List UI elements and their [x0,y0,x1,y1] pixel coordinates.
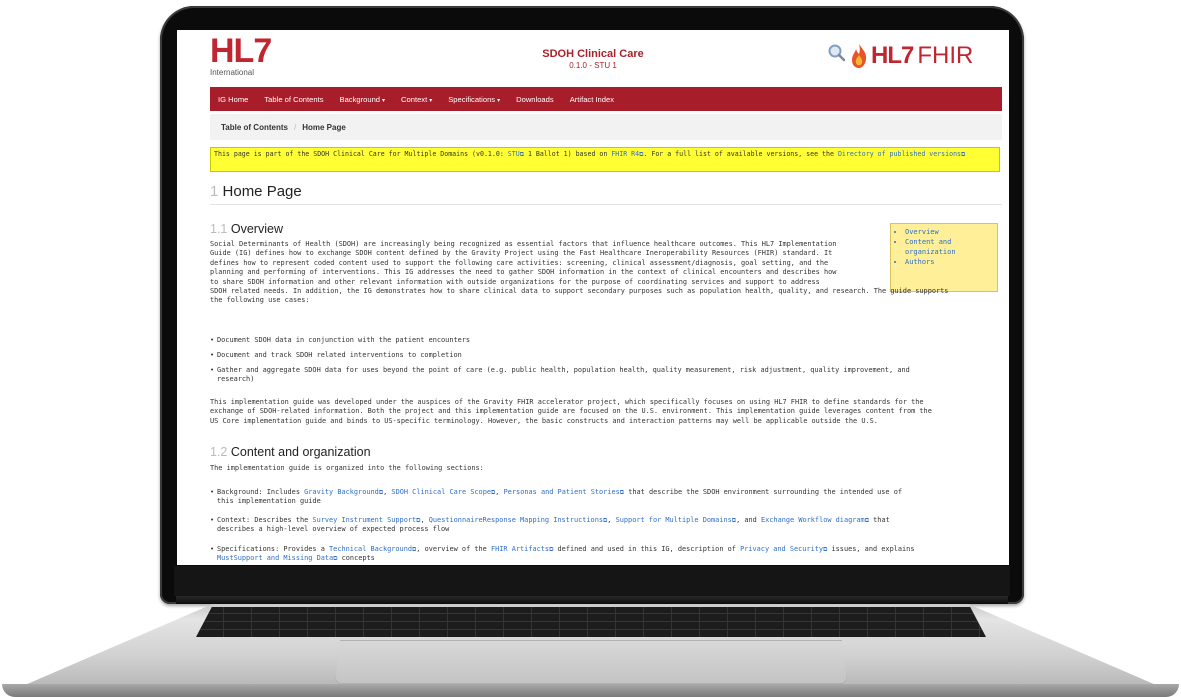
caret-down-icon: ▾ [382,97,386,104]
personas-link[interactable]: Personas and Patient Stories [504,488,620,496]
nav-artifact-index[interactable]: Artifact Index [562,95,622,104]
nav-ig-home[interactable]: IG Home [210,95,256,104]
laptop-base-front [2,684,1179,697]
nav-table-of-contents[interactable]: Table of Contents [256,95,331,104]
content-intro: The implementation guide is organized in… [210,464,484,472]
overview-paragraph-1: Social Determinants of Health (SDOH) are… [210,240,949,305]
page-header: HL7 International SDOH Clinical Care 0.1… [177,30,1009,84]
nav-background[interactable]: Background ▾ [332,95,394,104]
trackpad [335,640,847,684]
nav-specifications[interactable]: Specifications ▾ [440,95,508,104]
scope-link[interactable]: SDOH Clinical Care Scope [391,488,491,496]
list-item: • Background: Includes Gravity Backgroun… [210,488,903,506]
external-link-icon: ⧉ [491,489,496,496]
section-heading-overview: 1.1 Overview [210,222,283,236]
privacy-security-link[interactable]: Privacy and Security [740,545,823,553]
stu-link[interactable]: STU [508,150,520,158]
toc-link-overview[interactable]: Overview [905,227,993,237]
gravity-background-link[interactable]: Gravity Background [304,488,379,496]
page-title: 1 Home Page [210,183,1002,205]
list-item: • Gather and aggregate SDOH data for uses… [210,366,910,384]
breadcrumb: Table of Contents / Home Page [210,114,1002,140]
external-link-icon: ⧉ [416,517,421,524]
qr-mapping-link[interactable]: QuestionnaireResponse Mapping Instructio… [429,516,603,524]
list-item: • Document SDOH data in conjunction with … [210,336,471,344]
fhir-r4-link[interactable]: FHIR R4 [611,150,639,158]
laptop-hinge [176,596,1008,604]
workflow-diagram-link[interactable]: Exchange Workflow diagram [761,516,865,524]
list-item: • Document and track SDOH related interve… [210,351,462,359]
multiple-domains-link[interactable]: Support for Multiple Domains [616,516,732,524]
laptop-bezel [174,566,1010,596]
nav-context[interactable]: Context ▾ [393,95,440,104]
nav-downloads[interactable]: Downloads [508,95,562,104]
fhir-artifacts-link[interactable]: FHIR Artifacts [491,545,549,553]
caret-down-icon: ▾ [429,97,433,104]
version-notice: This page is part of the SDOH Clinical C… [210,147,1000,172]
breadcrumb-separator: / [293,122,297,132]
external-link-icon: ⧉ [603,517,608,524]
section-heading-content: 1.2 Content and organization [210,445,371,459]
keyboard [196,607,986,637]
external-link-icon: ⧉ [378,489,384,496]
caret-down-icon: ▾ [497,97,501,104]
breadcrumb-home-page: Home Page [302,122,346,132]
list-item: • Specifications: Provides a Technical B… [210,545,915,563]
overview-paragraph-2: This implementation guide was developed … [210,398,932,425]
browser-screen: HL7 International SDOH Clinical Care 0.1… [177,30,1009,565]
external-link-icon: ⧉ [961,151,966,158]
main-navbar: IG Home Table of Contents Background ▾ Co… [210,87,1002,111]
breadcrumb-table-of-contents[interactable]: Table of Contents [221,123,288,132]
directory-of-versions-link[interactable]: Directory of published versions [838,150,961,158]
mustsupport-link[interactable]: MustSupport and Missing Data [217,554,333,562]
flame-icon [852,44,867,68]
survey-instrument-link[interactable]: Survey Instrument Support [312,516,416,524]
search-icon[interactable] [827,43,847,63]
list-item: • Context: Describes the Survey Instrume… [210,516,890,534]
technical-background-link[interactable]: Technical Background [329,545,412,553]
hl7-fhir-logo[interactable]: HL7 FHIR [849,42,973,70]
